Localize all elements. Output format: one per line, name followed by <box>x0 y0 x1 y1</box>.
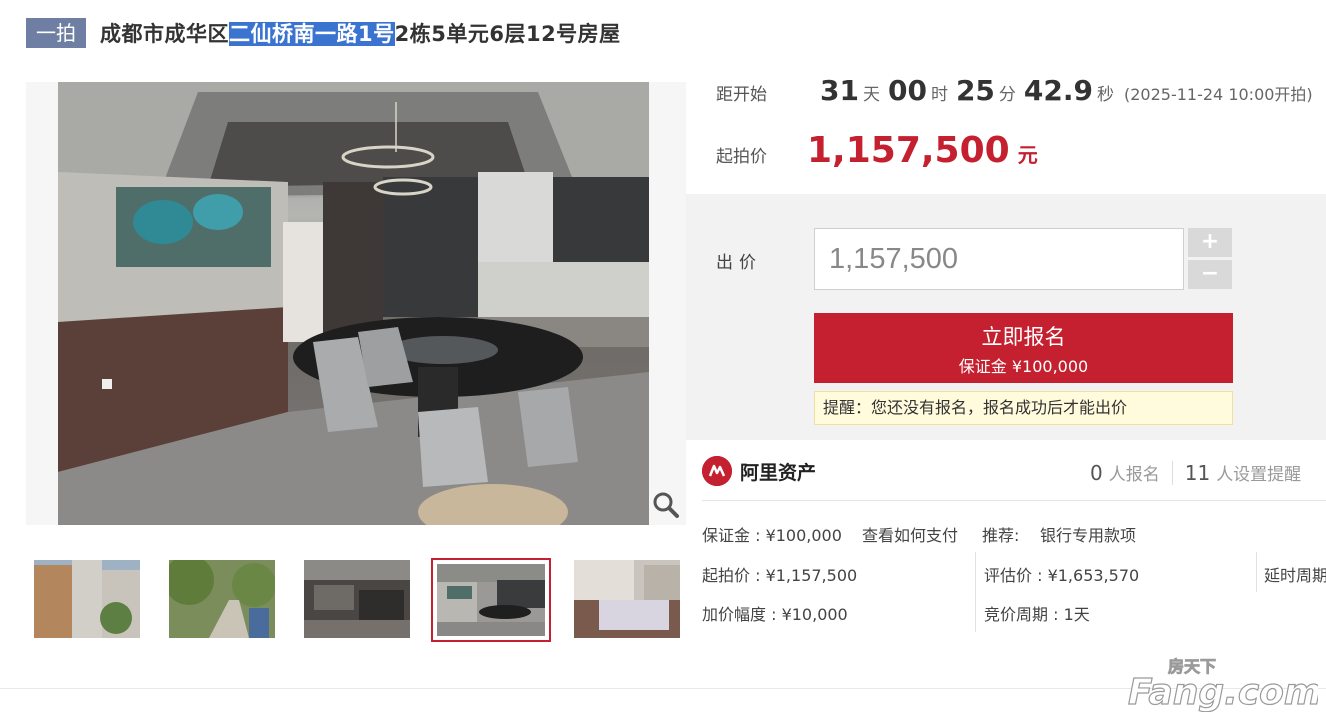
decrease-bid-button[interactable]: − <box>1188 260 1232 289</box>
countdown-hours-unit: 时 <box>930 85 948 105</box>
ali-assets-logo-icon <box>702 456 732 486</box>
platform-brand: 阿里资产 <box>702 456 816 486</box>
divider <box>702 500 1326 501</box>
register-tip: 提醒：您还没有报名，报名成功后才能出价 <box>814 391 1233 425</box>
countdown-minutes-unit: 分 <box>998 85 1016 105</box>
signup-count: 0 <box>1090 461 1103 485</box>
start-price-info: 起拍价 : ¥1,157,500 <box>702 566 858 585</box>
zoom-icon[interactable] <box>652 491 680 519</box>
start-price-value: 1,157,500 <box>807 130 1010 171</box>
countdown-seconds: 42.9 <box>1023 74 1093 107</box>
auction-round-badge: 一拍 <box>26 18 86 48</box>
bid-amount-input[interactable]: 1,157,500 <box>814 228 1184 290</box>
bid-label: 出价 <box>716 253 762 273</box>
thumbnail[interactable] <box>304 560 410 638</box>
increase-bid-button[interactable]: + <box>1188 228 1232 257</box>
start-price-label: 起拍价 <box>716 147 767 167</box>
platform-name: 阿里资产 <box>740 461 817 484</box>
thumbnail[interactable] <box>574 560 680 638</box>
delay-period-info: 延时周期 <box>1264 566 1326 585</box>
countdown-days: 31 <box>820 74 859 107</box>
column-divider <box>975 552 976 632</box>
countdown-days-unit: 天 <box>862 85 880 105</box>
reminder-label: 人设置提醒 <box>1216 465 1302 485</box>
countdown-minutes: 25 <box>955 74 995 107</box>
title-highlight: 二仙桥南一路1号 <box>229 22 395 46</box>
deposit-info: 保证金 : ¥100,000 <box>702 526 842 545</box>
countdown-seconds-unit: 秒 <box>1097 85 1114 105</box>
register-button[interactable]: 立即报名 保证金 ¥100,000 <box>814 313 1233 383</box>
thumbnail-selected[interactable] <box>431 558 551 642</box>
countdown-label: 距开始 <box>716 85 767 105</box>
signup-label: 人报名 <box>1108 465 1160 485</box>
stats-divider <box>1171 460 1173 485</box>
main-photo <box>58 82 649 525</box>
bid-panel: 出价 1,157,500 + − 立即报名 保证金 ¥100,000 提醒：您还… <box>686 194 1326 440</box>
reminder-count: 11 <box>1184 461 1211 485</box>
fang-watermark-logo: 房天下 Fang.com <box>1127 652 1322 714</box>
watermark-main: Fang.com <box>1128 672 1318 712</box>
countdown-hours: 00 <box>887 74 927 107</box>
register-deposit-text: 保证金 ¥100,000 <box>958 357 1089 376</box>
appraisal-info: 评估价 : ¥1,653,570 <box>984 566 1140 585</box>
page-title: 成都市成华区二仙桥南一路1号2栋5单元6层12号房屋 <box>100 18 621 48</box>
bid-period-info: 竞价周期 : 1天 <box>984 605 1090 624</box>
title-prefix: 成都市成华区 <box>100 22 229 46</box>
bank-account-link[interactable]: 银行专用款项 <box>1040 522 1136 546</box>
start-price-unit: 元 <box>1017 143 1038 167</box>
thumbnail-strip <box>26 556 686 644</box>
start-price: 起拍价 1,157,500 元 <box>716 130 1038 171</box>
how-to-pay-link[interactable]: 查看如何支付 <box>862 522 958 546</box>
column-divider <box>1256 552 1257 592</box>
thumbnail[interactable] <box>34 560 140 638</box>
register-button-label: 立即报名 <box>981 325 1066 349</box>
listing-header: 一拍 成都市成华区二仙桥南一路1号2栋5单元6层12号房屋 <box>26 16 621 50</box>
increment-info: 加价幅度 : ¥10,000 <box>702 605 848 624</box>
main-image-viewer[interactable] <box>26 82 686 525</box>
recommend-label: 推荐: <box>982 526 1020 545</box>
thumbnail[interactable] <box>169 560 275 638</box>
auction-start-time: (2025-11-24 10:00开拍) <box>1124 85 1313 104</box>
title-suffix: 2栋5单元6层12号房屋 <box>394 22 621 46</box>
auction-stats: 0 人报名 11 人设置提醒 <box>1090 460 1301 485</box>
countdown: 距开始 31 天 00 时 25 分 42.9 秒 (2025-11-24 10… <box>716 74 1313 107</box>
